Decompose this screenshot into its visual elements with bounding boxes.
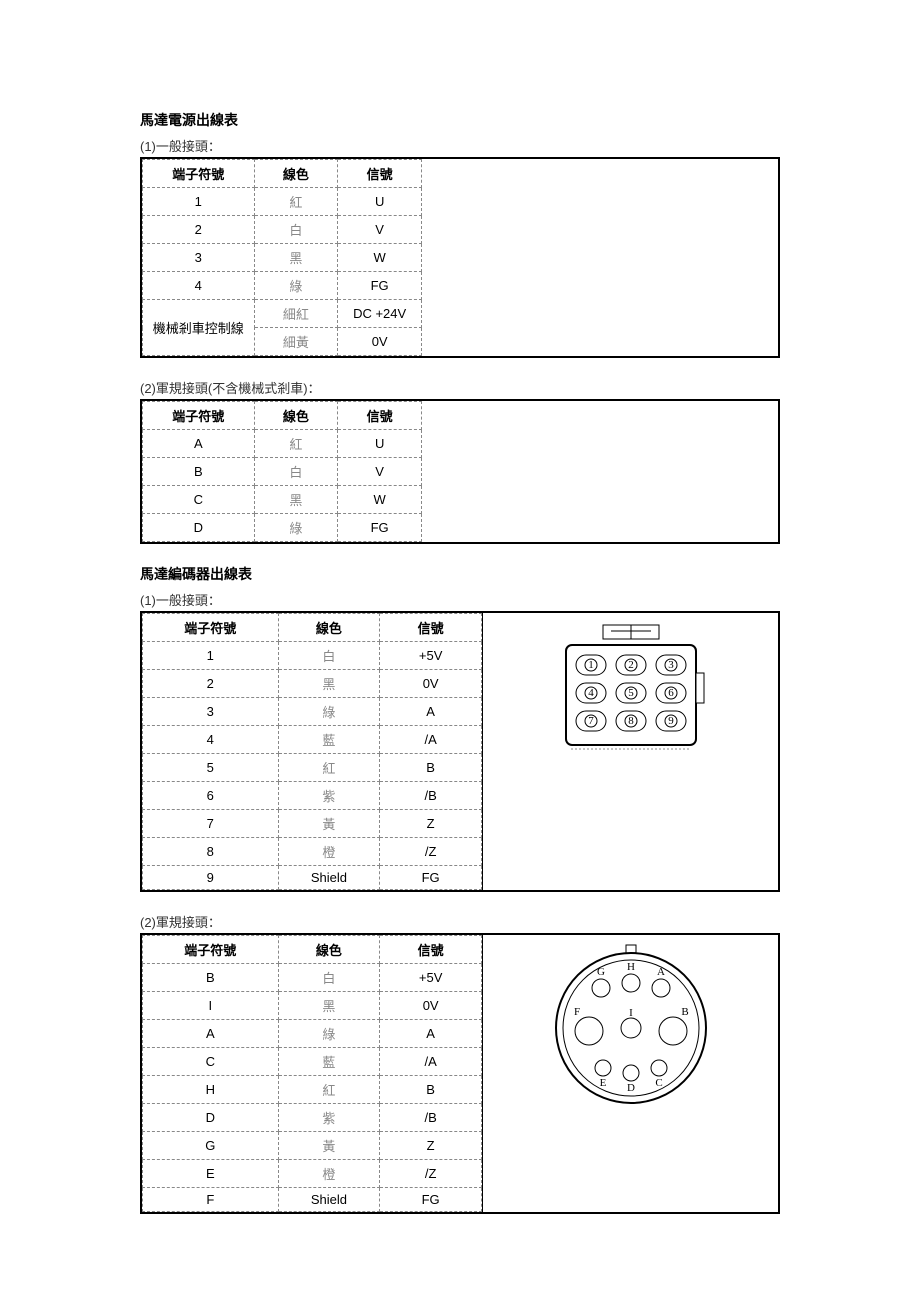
brake-label: 機械剎車控制線 <box>143 300 255 356</box>
encoder-table1-container: 端子符號 線色 信號 1白+5V 2黑0V 3綠A 4藍/A 5紅B 6紫/B … <box>140 611 780 892</box>
section2-title: 馬達編碼器出線表 <box>140 564 780 584</box>
svg-text:C: C <box>655 1077 662 1089</box>
power-table1-container: 端子符號 線色 信號 1紅U 2白V 3黑W 4綠FG 機械剎車控制線 細紅 D… <box>140 157 780 358</box>
section1-title: 馬達電源出線表 <box>140 110 780 130</box>
connector-circular-diagram: G H A F I B E D C <box>482 935 778 1212</box>
connector-9pin-diagram: 1 2 3 4 5 6 7 8 9 <box>482 613 778 890</box>
th-signal: 信號 <box>338 160 422 188</box>
svg-text:6: 6 <box>668 687 674 699</box>
encoder-table1: 端子符號 線色 信號 1白+5V 2黑0V 3綠A 4藍/A 5紅B 6紫/B … <box>142 613 482 890</box>
svg-text:F: F <box>573 1006 579 1018</box>
svg-text:8: 8 <box>628 715 634 727</box>
svg-text:7: 7 <box>588 715 594 727</box>
svg-text:1: 1 <box>588 659 594 671</box>
power-table1: 端子符號 線色 信號 1紅U 2白V 3黑W 4綠FG 機械剎車控制線 細紅 D… <box>142 159 422 356</box>
svg-text:A: A <box>657 966 665 978</box>
svg-text:9: 9 <box>668 715 674 727</box>
th-color: 線色 <box>254 160 338 188</box>
svg-text:3: 3 <box>668 659 674 671</box>
section2-sub2: (2)軍規接頭： <box>140 912 780 931</box>
svg-text:4: 4 <box>588 687 594 699</box>
svg-text:D: D <box>627 1082 635 1094</box>
power-table2: 端子符號 線色 信號 A紅U B白V C黑W D綠FG <box>142 401 422 542</box>
power-table2-container: 端子符號 線色 信號 A紅U B白V C黑W D綠FG <box>140 399 780 544</box>
svg-text:B: B <box>681 1006 688 1018</box>
svg-text:H: H <box>627 961 635 973</box>
th-terminal: 端子符號 <box>143 160 255 188</box>
svg-text:5: 5 <box>628 687 634 699</box>
svg-text:2: 2 <box>628 659 634 671</box>
encoder-table2-container: 端子符號 線色 信號 B白+5V I黑0V A綠A C藍/A H紅B D紫/B … <box>140 933 780 1214</box>
svg-text:I: I <box>629 1007 633 1019</box>
svg-text:G: G <box>597 966 605 978</box>
section2-sub1: (1)一般接頭： <box>140 590 780 609</box>
section1-sub1: (1)一般接頭： <box>140 136 780 155</box>
encoder-table2: 端子符號 線色 信號 B白+5V I黑0V A綠A C藍/A H紅B D紫/B … <box>142 935 482 1212</box>
svg-text:E: E <box>599 1077 606 1089</box>
section1-sub2: (2)軍規接頭(不含機械式剎車)： <box>140 378 780 397</box>
